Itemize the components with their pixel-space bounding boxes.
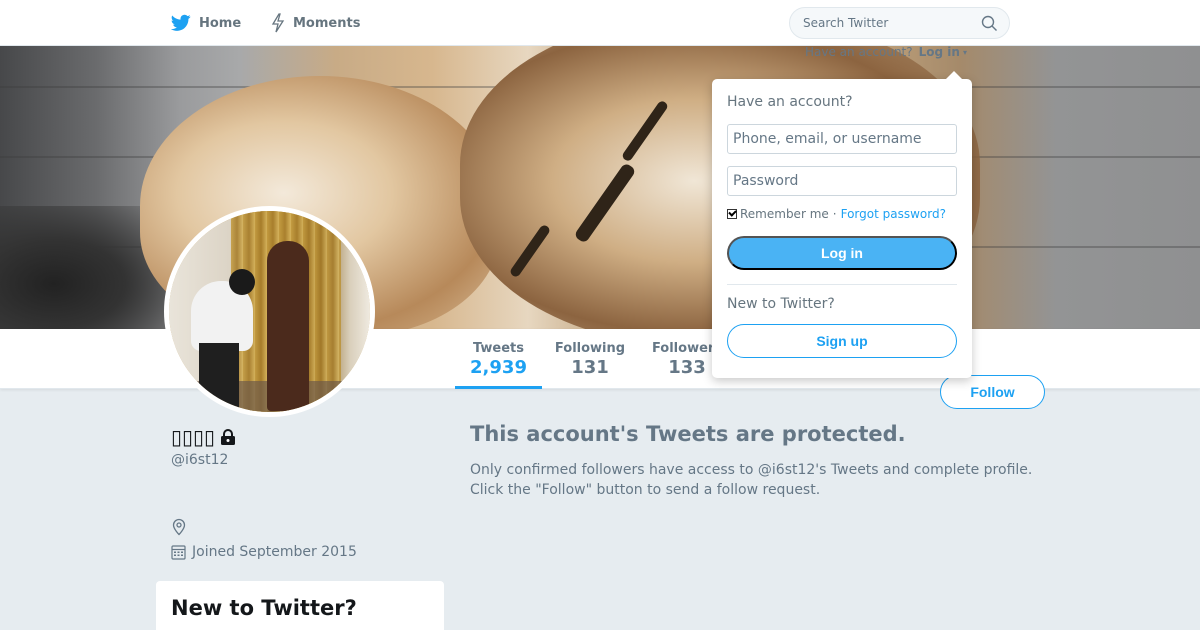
follow-button[interactable]: Follow	[940, 375, 1045, 409]
joined-date: Joined September 2015	[171, 544, 357, 560]
signup-button[interactable]: Sign up	[727, 324, 957, 358]
new-to-twitter-heading: New to Twitter?	[171, 596, 357, 620]
avatar-photo-legs	[199, 343, 239, 412]
search-icon[interactable]	[981, 15, 998, 32]
dropdown-new-to-twitter: New to Twitter?	[727, 296, 835, 312]
protected-body: Only confirmed followers have access to …	[470, 461, 1070, 500]
location-icon	[172, 518, 186, 536]
twitter-bird-icon	[171, 14, 191, 31]
search-input[interactable]: Search Twitter	[789, 7, 1010, 39]
stat-tweets[interactable]: Tweets 2,939	[455, 329, 542, 389]
dropdown-title: Have an account?	[727, 94, 853, 110]
stat-tweets-label: Tweets	[472, 341, 525, 356]
separator-dot: ·	[832, 207, 837, 221]
search-placeholder: Search Twitter	[803, 16, 889, 30]
joined-text: Joined September 2015	[192, 544, 357, 560]
password-field[interactable]: Password	[727, 166, 957, 196]
calendar-icon	[171, 545, 186, 560]
have-account-prompt: Have an account? Log in ▾	[805, 45, 967, 59]
lightning-icon	[271, 13, 285, 33]
password-placeholder: Password	[733, 173, 799, 189]
avatar[interactable]	[164, 206, 375, 417]
stat-following[interactable]: Following 131	[548, 329, 632, 389]
remember-me-checkbox[interactable]	[727, 209, 737, 219]
lock-icon	[221, 429, 236, 445]
avatar-photo-costume	[267, 241, 309, 411]
dropdown-arrow	[945, 71, 963, 80]
nav-moments-label: Moments	[293, 15, 361, 31]
remember-me-row: Remember me · Forgot password?	[727, 207, 946, 221]
profile-name-text: ▯▯▯▯	[171, 425, 216, 449]
protected-title: This account's Tweets are protected.	[470, 422, 906, 446]
login-button[interactable]: Log in	[727, 236, 957, 270]
stat-tweets-value: 2,939	[470, 357, 527, 378]
nav-moments[interactable]: Moments	[271, 0, 360, 46]
login-link[interactable]: Log in	[919, 45, 960, 59]
top-nav-bar: Home Moments Search Twitter	[0, 0, 1200, 46]
stat-following-value: 131	[571, 357, 609, 378]
dropdown-divider	[727, 284, 957, 285]
profile-handle[interactable]: @i6st12	[171, 452, 228, 468]
login-dropdown: Have an account? Phone, email, or userna…	[712, 71, 972, 378]
caret-down-icon: ▾	[962, 47, 967, 57]
new-to-twitter-card: New to Twitter?	[156, 581, 444, 630]
forgot-password-link[interactable]: Forgot password?	[841, 207, 946, 221]
username-field[interactable]: Phone, email, or username	[727, 124, 957, 154]
remember-me-label[interactable]: Remember me	[740, 207, 829, 221]
profile-name: ▯▯▯▯	[171, 425, 237, 449]
avatar-photo-head	[229, 269, 255, 295]
stat-following-label: Following	[554, 341, 626, 356]
have-account-text: Have an account?	[805, 45, 913, 59]
nav-home[interactable]: Home	[171, 0, 241, 46]
protected-line-1: Only confirmed followers have access to …	[470, 462, 1033, 478]
username-placeholder: Phone, email, or username	[733, 131, 922, 147]
protected-line-2: Click the "Follow" button to send a foll…	[470, 481, 821, 498]
nav-home-label: Home	[199, 15, 242, 31]
